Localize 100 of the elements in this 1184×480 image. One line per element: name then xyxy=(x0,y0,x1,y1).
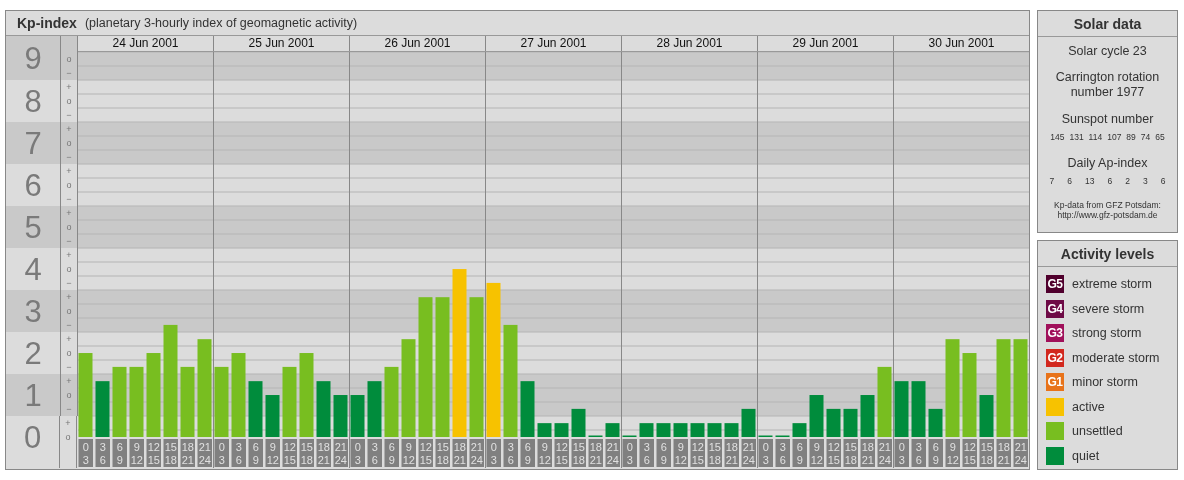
sunspot-value: 65 xyxy=(1155,132,1165,142)
bar xyxy=(690,423,705,437)
date-label: 25 Jun 2001 xyxy=(213,36,349,51)
hour-label: 12 15 xyxy=(962,439,977,467)
hour-label: 18 21 xyxy=(316,439,331,467)
minor-tick-label: + xyxy=(66,291,72,304)
bar xyxy=(673,423,688,437)
bar xyxy=(639,423,654,437)
kp-level-label: 5 xyxy=(6,206,61,248)
hour-label: 3 6 xyxy=(231,439,246,467)
sunspot-value: 107 xyxy=(1107,132,1122,142)
hour-label: 6 9 xyxy=(112,439,127,467)
minor-tick-label: − xyxy=(66,403,72,416)
hour-label: 3 6 xyxy=(503,439,518,467)
minor-tick-label: + xyxy=(66,81,72,94)
minor-tick-label: o xyxy=(66,347,72,360)
bar xyxy=(656,423,671,437)
kp-level-label: 0 xyxy=(6,416,60,468)
sunspot-value: 131 xyxy=(1069,132,1084,142)
hour-label: 21 24 xyxy=(197,439,212,467)
hour-label: 21 24 xyxy=(469,439,484,467)
kp-level-label: 7 xyxy=(6,122,61,164)
hour-label: 3 6 xyxy=(367,439,382,467)
hour-label: 21 24 xyxy=(605,439,620,467)
hour-label: 3 6 xyxy=(95,439,110,467)
minor-tick-label: o xyxy=(66,179,72,192)
ap-value: 2 xyxy=(1125,176,1130,186)
hour-label: 15 18 xyxy=(843,439,858,467)
legend-label: moderate storm xyxy=(1072,350,1160,365)
hour-label: 21 24 xyxy=(877,439,892,467)
hour-label: 12 15 xyxy=(554,439,569,467)
minor-tick-label: + xyxy=(66,333,72,346)
minor-tick-label: o xyxy=(66,305,72,318)
ap-index-heading: Daily Ap-index xyxy=(1067,156,1148,170)
hour-label: 9 12 xyxy=(673,439,688,467)
hour-label: 18 21 xyxy=(452,439,467,467)
hour-label: 15 18 xyxy=(707,439,722,467)
hour-label: 18 21 xyxy=(180,439,195,467)
hour-label: 21 24 xyxy=(741,439,756,467)
legend-label: severe storm xyxy=(1072,301,1145,316)
legend-label: unsettled xyxy=(1072,424,1123,438)
bar xyxy=(792,423,807,437)
minor-tick-label: + xyxy=(66,249,72,262)
sunspot-value: 89 xyxy=(1126,132,1136,142)
bar xyxy=(707,423,722,437)
hour-label: 18 21 xyxy=(724,439,739,467)
hour-label: 3 6 xyxy=(639,439,654,467)
hour-label: 15 18 xyxy=(435,439,450,467)
hour-label: 6 9 xyxy=(792,439,807,467)
hour-label: 3 6 xyxy=(775,439,790,467)
minor-tick-label: o xyxy=(65,431,71,444)
minor-tick-label: o xyxy=(66,95,72,108)
date-label: 27 Jun 2001 xyxy=(485,36,621,51)
level-badge: G1 xyxy=(1046,373,1064,391)
hour-label: 21 24 xyxy=(333,439,348,467)
hour-label: 15 18 xyxy=(299,439,314,467)
bar xyxy=(724,423,739,437)
minor-tick-label: + xyxy=(66,375,72,388)
ap-value: 6 xyxy=(1160,176,1166,186)
hour-label: 6 9 xyxy=(656,439,671,467)
hour-label: 6 9 xyxy=(248,439,263,467)
hour-label: 9 12 xyxy=(945,439,960,467)
source-note: Kp-data from GFZ Potsdam: xyxy=(1054,200,1161,210)
minor-tick-label: + xyxy=(65,417,71,430)
hour-label: 15 18 xyxy=(571,439,586,467)
kp-level-label: 9 xyxy=(6,36,61,80)
hour-label: 9 12 xyxy=(265,439,280,467)
minor-tick-label: − xyxy=(66,319,72,332)
source-link[interactable]: http://www.gfz-potsdam.de xyxy=(1057,210,1158,220)
hour-label: 12 15 xyxy=(826,439,841,467)
chart-title: Kp-index xyxy=(17,15,77,31)
minor-tick-label: − xyxy=(66,67,72,80)
hour-label: 12 15 xyxy=(690,439,705,467)
minor-tick-label: − xyxy=(66,193,72,206)
hour-label: 0 3 xyxy=(214,439,229,467)
minor-tick-label: + xyxy=(66,123,72,136)
hour-label: 0 3 xyxy=(758,439,773,467)
minor-tick-label: − xyxy=(66,235,72,248)
date-label: 29 Jun 2001 xyxy=(757,36,893,51)
hour-label: 9 12 xyxy=(537,439,552,467)
sunspot-value: 145 xyxy=(1050,132,1065,142)
ap-value: 7 xyxy=(1049,176,1055,186)
minor-tick-label: o xyxy=(66,137,72,150)
bar xyxy=(605,423,620,437)
minor-tick-label: + xyxy=(66,207,72,220)
date-label: 24 Jun 2001 xyxy=(111,36,180,51)
hour-label: 18 21 xyxy=(588,439,603,467)
hour-label: 6 9 xyxy=(520,439,535,467)
hour-label: 0 3 xyxy=(894,439,909,467)
hour-label: 0 3 xyxy=(350,439,365,467)
ap-value: 6 xyxy=(1067,176,1073,186)
hour-label: 3 6 xyxy=(911,439,926,467)
chart-subtitle: (planetary 3-hourly index of geomagnetic activity) xyxy=(84,16,358,30)
legend-label: minor storm xyxy=(1072,375,1138,389)
hour-label: 9 12 xyxy=(809,439,824,467)
hour-label: 15 18 xyxy=(163,439,178,467)
hour-label: 6 9 xyxy=(928,439,943,467)
carrington-rotation: Carrington rotation number 1977 xyxy=(1054,70,1161,100)
hour-label: 6 9 xyxy=(384,439,399,467)
sunspot-value: 74 xyxy=(1140,132,1151,142)
